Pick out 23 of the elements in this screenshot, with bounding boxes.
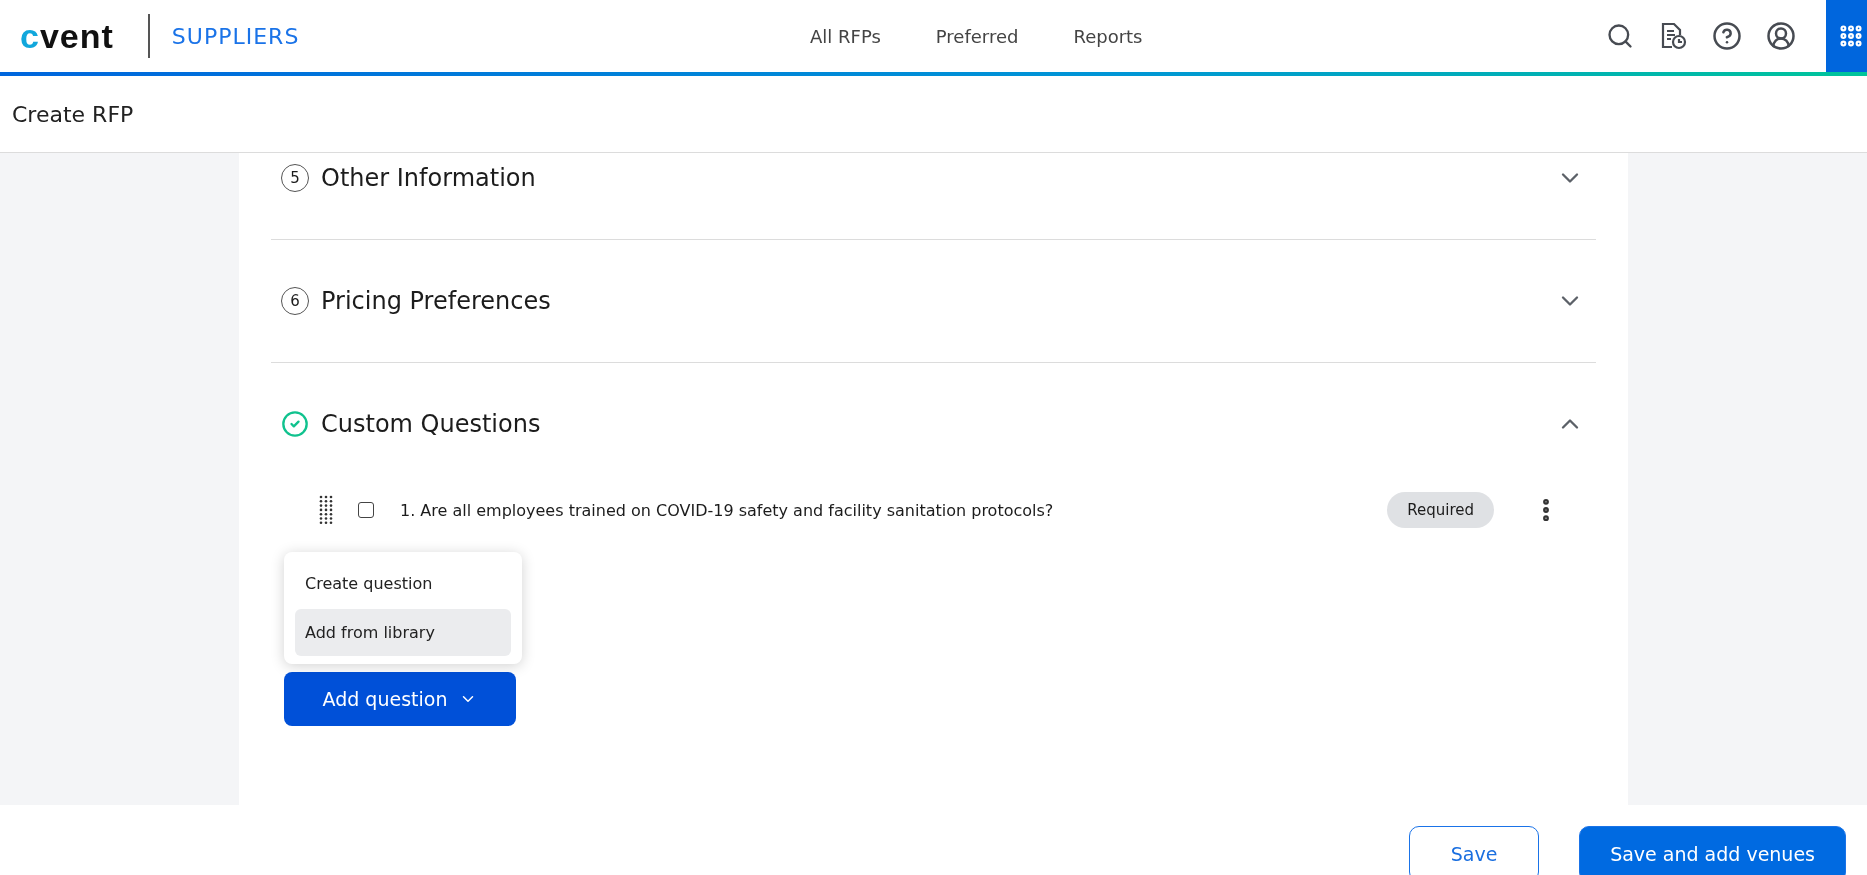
nav-link[interactable]: Reports — [1073, 25, 1143, 47]
drag-handle-icon[interactable] — [319, 495, 333, 525]
help-icon[interactable] — [1712, 21, 1742, 51]
save-and-add-venues-button[interactable]: Save and add venues — [1579, 826, 1846, 875]
user-icon[interactable] — [1766, 21, 1796, 51]
page-title: Create RFP — [12, 101, 134, 127]
apps-button[interactable] — [1826, 0, 1867, 72]
nav-link[interactable]: Preferred — [935, 25, 1019, 47]
section-title: Pricing Preferences — [321, 287, 551, 315]
nav-link[interactable]: All RFPs — [810, 25, 881, 47]
menu-item[interactable]: Add from library — [295, 609, 511, 656]
cvent-logo: cvent — [20, 14, 150, 58]
check-circle-icon — [281, 410, 309, 438]
product-name: SUPPLIERS — [171, 23, 300, 49]
section-title: Other Information — [321, 164, 536, 192]
required-badge: Required — [1387, 492, 1494, 528]
add-question-button[interactable]: Add question — [284, 672, 516, 726]
checkbox[interactable] — [358, 502, 374, 518]
question-text: 1. Are all employees trained on COVID-19 safety and facility sanitation protocols? — [400, 500, 1054, 520]
grid-icon — [1838, 23, 1864, 49]
section-title: Custom Questions — [321, 410, 541, 438]
search-icon[interactable] — [1606, 22, 1634, 50]
save-button[interactable]: Save — [1409, 826, 1540, 875]
